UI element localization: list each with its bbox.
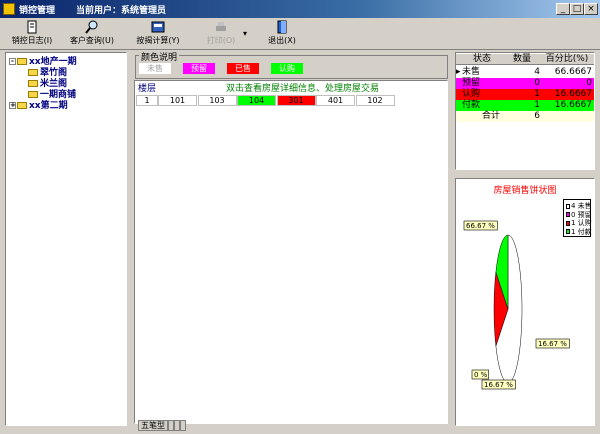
- building-grid: [134, 80, 448, 424]
- stats-status-cell: 认购: [462, 89, 481, 99]
- calculator-icon: [151, 21, 165, 33]
- pie-legend-item: 1 认购: [566, 219, 592, 227]
- folder-icon: [28, 91, 38, 98]
- mortgage-calc-label: 按揭计算(Y): [136, 36, 180, 45]
- sales-log-label: 销控日志(I): [11, 36, 53, 45]
- tree-node-phase-one[interactable]: - xx地产一期: [9, 54, 77, 67]
- maximize-button[interactable]: □: [570, 3, 584, 15]
- stats-row[interactable]: 合计 6: [456, 111, 594, 122]
- tree-node-phase-two[interactable]: + xx第二期: [9, 98, 68, 111]
- customer-query-button[interactable]: 客户查询(U): [66, 19, 118, 49]
- folder-icon: [17, 58, 27, 65]
- search-icon: [85, 20, 98, 34]
- pie-legend-item: 4 未售: [566, 202, 592, 210]
- mortgage-calc-button[interactable]: 按揭计算(Y): [132, 19, 184, 49]
- stats-count-cell: 4: [534, 67, 540, 77]
- exit-label: 退出(X): [268, 36, 296, 45]
- stats-header-cell: 状态: [472, 54, 491, 64]
- grid-tab-strip: 五笔型: [138, 420, 186, 431]
- stats-header-cell: 百分比(%): [545, 54, 589, 64]
- expand-toggle[interactable]: +: [9, 102, 16, 109]
- legend-chip: 未售: [139, 63, 171, 74]
- stats-percent-cell: 16.6667: [554, 89, 592, 99]
- stats-row[interactable]: 付款 1 16.6667: [456, 100, 594, 111]
- unit-cell[interactable]: 104: [237, 95, 276, 106]
- exit-door-icon: [277, 20, 287, 34]
- legend-swatch: [566, 203, 570, 209]
- print-dropdown-button[interactable]: ▾: [240, 19, 250, 49]
- grid-hint: 双击查看房屋详细信息、处理房屋交易: [225, 84, 379, 94]
- stats-percent-cell: 16.6667: [554, 100, 592, 110]
- stats-row[interactable]: ▸ 未售 4 66.6667: [456, 67, 594, 78]
- printer-icon: [216, 22, 226, 31]
- sales-log-button[interactable]: 销控日志(I): [8, 19, 56, 49]
- title-bar: 销控管理 当前用户：系统管理员 _ □ ×: [0, 0, 600, 18]
- stats-status-cell: 预留: [462, 78, 481, 88]
- legend-swatch: [566, 229, 570, 234]
- legend-text: 0 预留: [571, 210, 592, 219]
- chevron-down-icon: ▾: [242, 29, 247, 38]
- unit-cell[interactable]: 103: [197, 95, 237, 106]
- grid-tab[interactable]: [180, 420, 186, 431]
- tree-node-shops[interactable]: 一期商铺: [28, 87, 76, 100]
- unit-cell[interactable]: 401: [316, 95, 355, 106]
- color-legend-title: 颜色说明: [139, 50, 180, 63]
- minimize-button[interactable]: _: [556, 3, 570, 15]
- pie-chart-title: 房屋销售饼状图: [493, 186, 557, 196]
- stats-percent-cell: 66.6667: [554, 67, 592, 77]
- pie-percent-label: 16.67 %: [538, 340, 567, 348]
- stats-row[interactable]: 预留 0 0: [456, 78, 594, 89]
- folder-icon: [28, 69, 38, 76]
- legend-chip: 预留: [183, 63, 215, 74]
- collapse-toggle[interactable]: -: [9, 58, 16, 65]
- tree-node-label: xx第二期: [29, 101, 68, 111]
- legend-swatch: [566, 212, 570, 217]
- status-stats-table: 状态 数量 百分比(%) ▸ 未售 4 66.6667 预留 0 0 认购 1 16.6667 付款 1 16…: [455, 52, 595, 170]
- pie-legend-item: 0 预留: [566, 211, 592, 219]
- floor-column-header: 楼层: [137, 84, 156, 94]
- legend-chip: 认购: [271, 63, 303, 74]
- pie-chart-legend: 4 未售 0 预留 1 认购 1 付款: [563, 199, 592, 237]
- unit-cell[interactable]: 101: [158, 95, 197, 106]
- window-title: 销控管理: [19, 6, 56, 16]
- print-button[interactable]: 打印(O): [204, 19, 238, 49]
- stats-count-cell: 6: [534, 111, 540, 121]
- exit-button[interactable]: 退出(X): [262, 19, 302, 49]
- stats-header-row: 状态 数量 百分比(%): [456, 54, 594, 65]
- tree-node-milange[interactable]: 米兰阁: [28, 76, 67, 89]
- stats-count-cell: 0: [534, 78, 540, 88]
- customer-query-label: 客户查询(U): [69, 36, 115, 45]
- pie-percent-label: 66.67 %: [466, 222, 495, 230]
- stats-row[interactable]: 认购 1 16.6667: [456, 89, 594, 100]
- stats-status-cell: 付款: [462, 100, 481, 110]
- legend-chip: 已售: [227, 63, 259, 74]
- stats-count-cell: 1: [534, 100, 540, 110]
- project-tree: - xx地产一期 翠竹阁 米兰阁 一期商铺 + xx第二期: [5, 52, 127, 426]
- print-label: 打印(O): [206, 36, 236, 45]
- pie-percent-label: 0 %: [474, 371, 488, 379]
- current-user-label: 当前用户：系统管理员: [76, 6, 167, 16]
- unit-cell[interactable]: 102: [355, 95, 395, 106]
- stats-count-cell: 1: [534, 89, 540, 99]
- tree-node-cuizhuge[interactable]: 翠竹阁: [28, 65, 67, 78]
- log-icon: [27, 20, 37, 34]
- folder-icon: [28, 80, 38, 87]
- legend-swatch: [566, 220, 570, 226]
- legend-text: 4 未售: [571, 202, 592, 210]
- stats-percent-cell: 0: [586, 78, 592, 88]
- app-icon: [3, 3, 15, 15]
- unit-cell[interactable]: 301: [276, 95, 316, 106]
- legend-text: 1 认购: [571, 219, 592, 227]
- stats-header-cell: 数量: [512, 54, 531, 64]
- folder-icon: [17, 102, 27, 109]
- stats-status-cell: 未售: [462, 67, 481, 77]
- input-method-tab[interactable]: 五笔型: [138, 420, 168, 431]
- pie-percent-label: 16.67 %: [484, 381, 513, 389]
- close-button[interactable]: ×: [584, 3, 598, 15]
- stats-percent-cell: [542, 111, 592, 122]
- toolbar: 销控日志(I) 客户查询(U) 按揭计算(Y) 打印(O) ▾ 退出(X): [0, 18, 600, 50]
- legend-text: 1 付款: [571, 227, 592, 236]
- floor-cell: 1: [136, 95, 158, 106]
- pie-legend-item: 1 付款: [566, 228, 592, 236]
